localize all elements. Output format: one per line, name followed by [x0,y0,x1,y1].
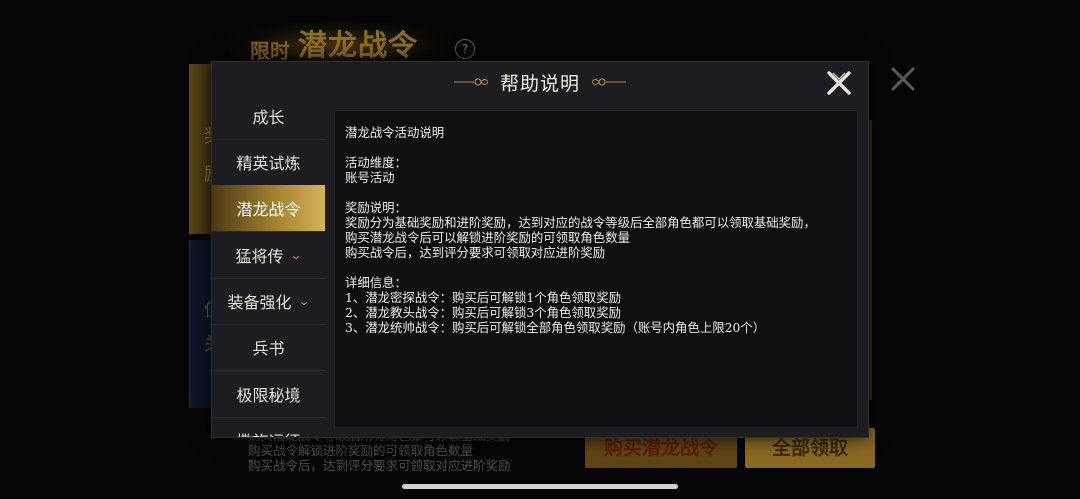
reward-line: 购买潜龙战令后可以解锁进阶奖励的可领取角色数量 [345,230,630,245]
event-title-prefix: 限时 [250,39,290,63]
detail-line: 3、潜龙统帅战令：购买后可解锁全部角色领取奖励（账号内角色上限20个） [345,320,766,335]
sidebar-item-label: 潜龙战令 [236,200,301,219]
dimension-label: 活动维度： [345,155,407,170]
sidebar-item-growth[interactable]: 成长 [212,102,325,140]
reward-line: 购买战令后，达到评分要求可领取对应进阶奖励 [345,245,606,260]
help-content-panel: 潜龙战令活动说明 活动维度： 账号活动 奖励说明： 奖励分为基础奖励和进阶奖励，… [334,110,858,428]
help-category-sidebar: 成长 精英试炼 潜龙战令 猛将传 ⌄ 装备强化 ⌄ 兵书 极限秘境 撒族远征 [212,102,326,437]
sidebar-item-label: 兵书 [252,339,285,358]
sidebar-item-label: 精英试炼 [236,154,301,173]
reward-label: 奖励说明： [345,200,407,215]
sidebar-item-limit-realm[interactable]: 极限秘境 [212,371,325,418]
sidebar-item-war-book[interactable]: 兵书 [212,324,325,371]
event-title-main: 潜龙战令 [298,28,419,62]
detail-line: 1、潜龙密探战令：购买后可解锁1个角色领取奖励 [345,290,621,305]
sidebar-item-general-story[interactable]: 猛将传 ⌄ [212,232,325,279]
reward-line: 奖励分为基础奖励和进阶奖励，达到对应的战令等级后全部角色都可以领取基础奖励， [345,215,816,230]
event-title: 限时 潜龙战令 [250,28,418,64]
dimension-value: 账号活动 [345,170,395,185]
background-rules-line: 购买战令解锁进阶奖励的可领取角色数量 [248,443,474,458]
background-rules-line: 购买战令后，达到评分要求可领取对应进阶奖励 [248,458,511,473]
help-icon[interactable]: ? [455,39,475,59]
help-dialog: 帮助说明 成长 精英试炼 潜龙战令 猛将传 ⌄ 装备强化 ⌄ 兵书 极限秘境 潜… [211,61,869,438]
sidebar-item-elite-trial[interactable]: 精英试炼 [212,139,325,186]
title-ornament-left-icon [453,78,488,86]
sidebar-item-label: 装备强化 [227,293,292,312]
close-x-icon[interactable] [824,68,854,98]
dialog-title: 帮助说明 [499,72,580,95]
background-close-icon[interactable] [888,64,918,94]
chevron-down-icon: ⌄ [297,294,312,308]
sidebar-item-label: 极限秘境 [236,386,301,405]
sidebar-item-label: 猛将传 [235,247,284,266]
dialog-header: 帮助说明 [212,62,868,102]
sidebar-item-label: 撒族远征 [236,428,300,437]
detail-line: 2、潜龙教头战令：购买后可解锁3个角色领取奖励 [345,305,621,320]
chevron-down-icon: ⌄ [289,248,304,262]
title-ornament-right-icon [592,78,626,86]
sidebar-item-expedition[interactable]: 撒族远征 [212,417,325,437]
home-indicator[interactable] [402,484,678,489]
content-heading: 潜龙战令活动说明 [345,125,445,140]
sidebar-item-label: 成长 [252,108,285,127]
sidebar-item-equipment-enhance[interactable]: 装备强化 ⌄ [212,278,325,325]
sidebar-item-battle-pass[interactable]: 潜龙战令 [212,185,325,232]
detail-label: 详细信息： [345,275,407,290]
